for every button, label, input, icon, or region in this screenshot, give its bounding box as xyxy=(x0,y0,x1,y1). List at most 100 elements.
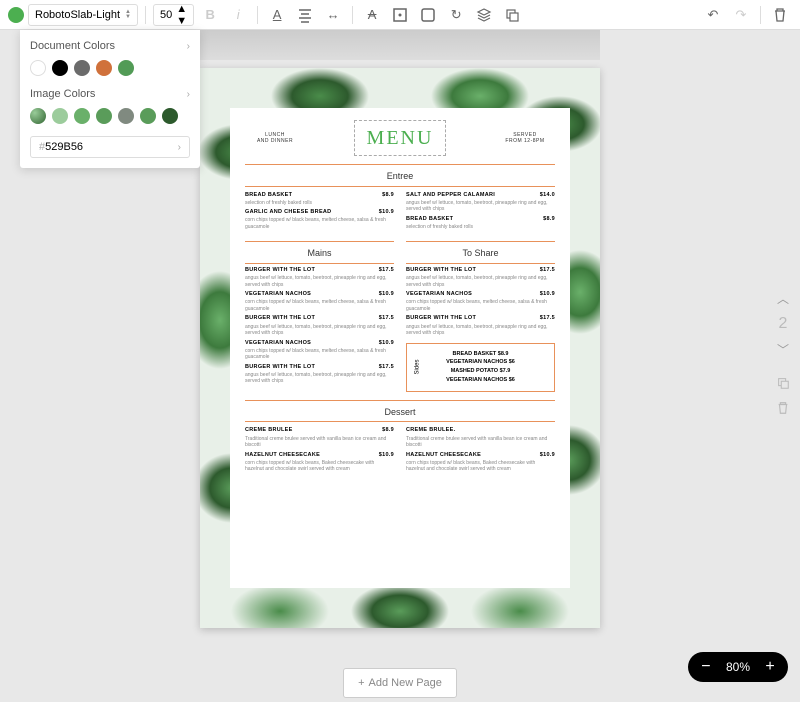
menu-item: BURGER WITH THE LOT$17.5angus beef w/ le… xyxy=(245,364,394,385)
color-swatch[interactable] xyxy=(30,108,46,124)
divider xyxy=(257,6,258,24)
trash-icon xyxy=(776,401,790,415)
menu-item: HAZELNUT CHEESECAKE$10.9corn chips toppe… xyxy=(245,452,394,473)
image-colors-header[interactable]: Image Colors › xyxy=(30,88,190,100)
color-swatch[interactable] xyxy=(96,108,112,124)
side-item: VEGETARIAN NACHOS $6 xyxy=(415,376,546,385)
page-canvas[interactable]: LUNCHAND DINNER MENU SERVEDFROM 12-8PM E… xyxy=(200,68,600,628)
page-up-button[interactable]: ︿ xyxy=(777,290,789,307)
crop-button[interactable] xyxy=(416,3,440,27)
document-colors-label: Document Colors xyxy=(30,40,115,52)
sides-box: Sides BREAD BASKET $8.9 VEGETARIAN NACHOS… xyxy=(406,343,555,392)
document-colors-header[interactable]: Document Colors › xyxy=(30,40,190,52)
add-page-label: Add New Page xyxy=(369,677,442,689)
font-family-select[interactable]: RobotoSlab-Light ▲▼ xyxy=(28,4,138,26)
color-panel: Document Colors › Image Colors › #529B56… xyxy=(20,30,200,168)
section-title: Mains xyxy=(245,248,394,260)
color-swatch[interactable] xyxy=(52,108,68,124)
menu-item: VEGETARIAN NACHOS$10.9corn chips topped … xyxy=(245,340,394,361)
color-swatch[interactable] xyxy=(74,108,90,124)
section-title: Entree xyxy=(245,171,555,183)
color-swatch[interactable] xyxy=(74,60,90,76)
menu-left-subtitle: LUNCHAND DINNER xyxy=(245,132,305,145)
menu-title: MENU xyxy=(367,125,434,151)
font-size-value: 50 xyxy=(160,9,172,21)
page-number: 2 xyxy=(779,315,788,333)
text-style-button[interactable]: A xyxy=(360,3,384,27)
color-swatch[interactable] xyxy=(96,60,112,76)
menu-item: SALT AND PEPPER CALAMARI$14.0angus beef … xyxy=(406,192,555,213)
menu-item: VEGETARIAN NACHOS$10.9corn chips topped … xyxy=(245,291,394,312)
chevron-right-icon: › xyxy=(187,89,190,100)
trash-icon xyxy=(772,7,788,23)
align-button[interactable] xyxy=(293,3,317,27)
page-down-button[interactable]: ﹀ xyxy=(777,341,789,358)
side-item: MASHED POTATO $7.9 xyxy=(415,367,546,376)
color-swatch[interactable] xyxy=(118,108,134,124)
zoom-out-button[interactable]: − xyxy=(698,658,714,676)
delete-page-button[interactable] xyxy=(776,401,790,418)
copy-button[interactable] xyxy=(500,3,524,27)
image-swatches xyxy=(30,108,190,124)
document-swatches xyxy=(30,60,190,76)
menu-item: BURGER WITH THE LOT$17.5angus beef w/ le… xyxy=(406,315,555,336)
color-swatch[interactable] xyxy=(118,60,134,76)
redo-button[interactable]: ↷ xyxy=(729,3,753,27)
menu-item: BURGER WITH THE LOT$17.5angus beef w/ le… xyxy=(245,267,394,288)
zoom-in-button[interactable]: + xyxy=(762,658,778,676)
layers-icon xyxy=(476,7,492,23)
menu-item: HAZELNUT CHEESECAKE$10.9corn chips toppe… xyxy=(406,452,555,473)
copy-icon xyxy=(504,7,520,23)
section-title: Dessert xyxy=(245,407,555,419)
hex-value: 529B56 xyxy=(45,141,83,153)
spacing-button[interactable]: ↔ xyxy=(321,3,345,27)
layers-button[interactable] xyxy=(472,3,496,27)
font-size-select[interactable]: 50 ▲▼ xyxy=(153,4,194,26)
page-controls: ︿ 2 ﹀ xyxy=(776,290,790,418)
menu-content: LUNCHAND DINNER MENU SERVEDFROM 12-8PM E… xyxy=(230,108,570,588)
add-page-button[interactable]: + Add New Page xyxy=(343,668,457,698)
color-swatch[interactable] xyxy=(30,60,46,76)
italic-button[interactable]: i xyxy=(226,3,250,27)
menu-item: GARLIC AND CHEESE BREAD$10.9corn chips t… xyxy=(245,209,394,230)
hex-input[interactable]: #529B56 › xyxy=(30,136,190,158)
divider xyxy=(760,6,761,24)
delete-button[interactable] xyxy=(768,3,792,27)
underline-button[interactable]: A xyxy=(265,3,289,27)
menu-right-subtitle: SERVEDFROM 12-8PM xyxy=(495,132,555,145)
sides-label: Sides xyxy=(414,360,424,375)
divider xyxy=(352,6,353,24)
font-family-value: RobotoSlab-Light xyxy=(35,9,120,21)
color-swatch[interactable] xyxy=(52,60,68,76)
square-icon xyxy=(392,7,408,23)
menu-item: BURGER WITH THE LOT$17.5angus beef w/ le… xyxy=(245,315,394,336)
bold-button[interactable]: B xyxy=(198,3,222,27)
previous-page-edge[interactable] xyxy=(200,30,600,60)
undo-button[interactable]: ↶ xyxy=(701,3,725,27)
align-icon xyxy=(297,7,313,23)
image-colors-label: Image Colors xyxy=(30,88,95,100)
dropdown-arrows-icon: ▲▼ xyxy=(176,3,187,27)
text-color-button[interactable] xyxy=(8,7,24,23)
menu-item: CREME BRULEE$8.9Traditional creme brulee… xyxy=(245,427,394,448)
toolbar: RobotoSlab-Light ▲▼ 50 ▲▼ B i A ↔ A ↻ ↶ … xyxy=(0,0,800,30)
dropdown-arrows-icon: ▲▼ xyxy=(125,10,131,20)
duplicate-page-button[interactable] xyxy=(776,376,790,393)
plus-icon: + xyxy=(358,677,364,689)
menu-item: BREAD BASKET$8.9selection of freshly bak… xyxy=(245,192,394,207)
crop-icon xyxy=(420,7,436,23)
copy-icon xyxy=(776,376,790,390)
frame-button[interactable] xyxy=(388,3,412,27)
section-title: To Share xyxy=(406,248,555,260)
color-swatch[interactable] xyxy=(140,108,156,124)
color-swatch[interactable] xyxy=(162,108,178,124)
divider xyxy=(145,6,146,24)
menu-item: CREME BRULEE.Traditional creme brulee se… xyxy=(406,427,555,448)
menu-title-box[interactable]: MENU xyxy=(354,120,447,156)
menu-item: BURGER WITH THE LOT$17.5angus beef w/ le… xyxy=(406,267,555,288)
menu-item: BREAD BASKET$8.9selection of freshly bak… xyxy=(406,216,555,231)
menu-item: VEGETARIAN NACHOS$10.9corn chips topped … xyxy=(406,291,555,312)
side-item: BREAD BASKET $8.9 xyxy=(415,350,546,359)
rotate-button[interactable]: ↻ xyxy=(444,3,468,27)
chevron-right-icon: › xyxy=(187,41,190,52)
